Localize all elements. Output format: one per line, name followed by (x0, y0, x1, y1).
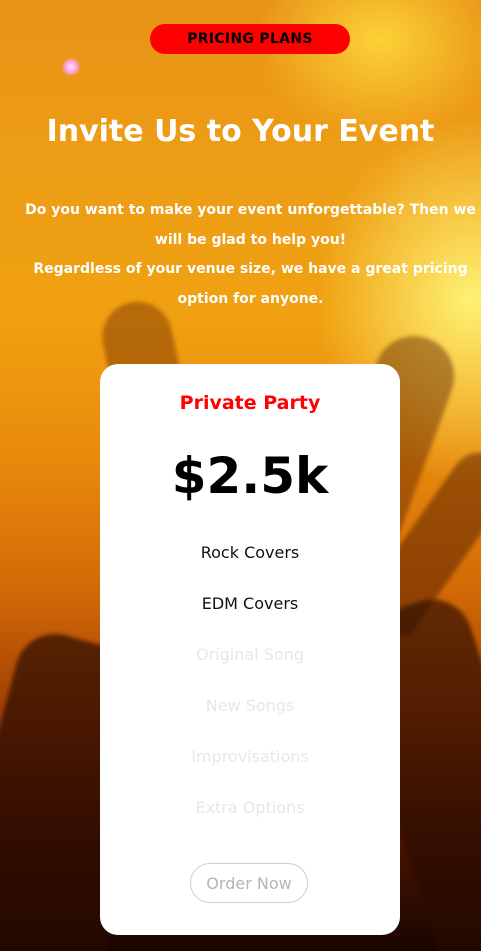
feature-item-excluded: Extra Options (195, 798, 305, 817)
stage-light-glow (62, 58, 80, 76)
plan-price: $2.5k (171, 447, 329, 505)
plan-name: Private Party (179, 392, 321, 414)
pricing-card: Private Party $2.5k Rock Covers EDM Cove… (100, 364, 400, 935)
intro-paragraph: Do you want to make your event unforgett… (25, 202, 476, 248)
feature-item: EDM Covers (201, 594, 299, 613)
page-title: Invite Us to Your Event (46, 114, 435, 149)
order-now-button[interactable]: Order Now (190, 863, 308, 903)
pricing-plans-badge: PRICING PLANS (150, 24, 350, 54)
feature-item: Rock Covers (200, 543, 300, 562)
feature-item-excluded: New Songs (205, 696, 295, 715)
intro-text: Do you want to make your event unforgett… (20, 196, 481, 314)
feature-item-excluded: Original Song (196, 645, 304, 664)
feature-list: Rock Covers EDM Covers Original Song New… (100, 530, 400, 836)
feature-item-excluded: Improvisations (191, 747, 309, 766)
intro-paragraph: Regardless of your venue size, we have a… (33, 261, 468, 307)
